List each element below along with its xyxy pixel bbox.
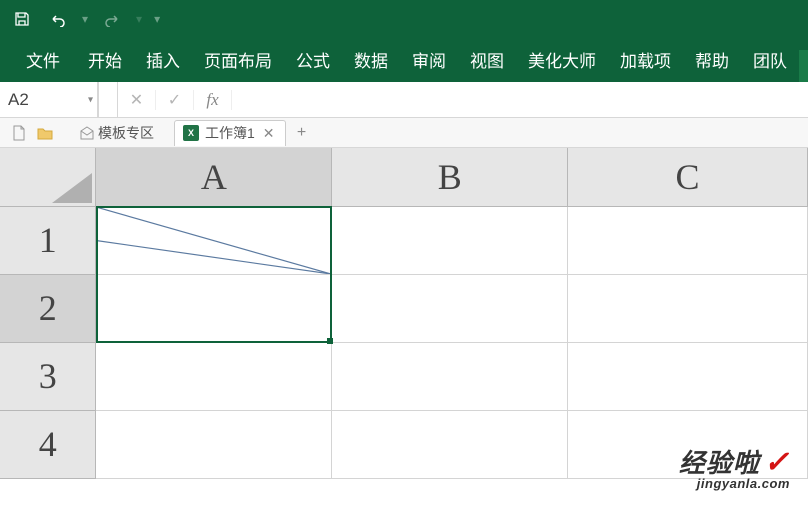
tab-page-layout[interactable]: 页面布局 — [192, 39, 284, 82]
redo-icon — [98, 5, 126, 33]
cell-a3[interactable] — [96, 342, 332, 410]
qa-dropdown2-icon[interactable]: ▾ — [134, 12, 144, 26]
cell-c3[interactable] — [568, 342, 808, 410]
tab-beautify[interactable]: 美化大师 — [516, 39, 608, 82]
tab-team[interactable]: 团队 — [741, 39, 799, 82]
cell-b4[interactable] — [332, 410, 568, 478]
fx-icon[interactable]: fx — [194, 90, 232, 110]
title-bar: ▾ ▾ ▾ — [0, 0, 808, 38]
spreadsheet-grid: A B C 1 2 3 — [0, 148, 808, 479]
col-header-c[interactable]: C — [568, 148, 808, 206]
row-header-3[interactable]: 3 — [0, 342, 96, 410]
formula-bar-gap — [98, 82, 118, 117]
check-icon: ✓ — [764, 445, 790, 480]
template-zone-tab[interactable]: 模板专区 — [74, 123, 160, 143]
close-icon[interactable]: ✕ — [261, 125, 277, 142]
watermark-text: 经验啦 — [679, 443, 760, 480]
row-header-4[interactable]: 4 — [0, 410, 96, 478]
tab-formulas[interactable]: 公式 — [284, 39, 342, 82]
cancel-icon[interactable]: ✕ — [118, 90, 156, 110]
undo-icon[interactable] — [44, 5, 72, 33]
qa-customize-icon[interactable]: ▾ — [152, 12, 162, 26]
template-zone-label: 模板专区 — [98, 123, 154, 143]
workbook-tab[interactable]: X 工作簿1 ✕ — [174, 120, 286, 146]
qa-dropdown-icon[interactable]: ▾ — [80, 12, 90, 26]
name-box-value: A2 — [8, 90, 29, 110]
tab-home[interactable]: 开始 — [76, 39, 134, 82]
tab-review[interactable]: 审阅 — [400, 39, 458, 82]
file-icon[interactable] — [8, 125, 30, 141]
formula-input[interactable] — [232, 82, 808, 117]
col-header-a[interactable]: A — [96, 148, 332, 206]
workbook-label: 工作簿1 — [205, 123, 255, 143]
watermark: 经验啦 ✓ jingyanla.com — [679, 443, 790, 491]
tab-view[interactable]: 视图 — [458, 39, 516, 82]
name-box[interactable]: A2 ▾ — [0, 82, 98, 117]
chevron-down-icon[interactable]: ▾ — [88, 94, 93, 105]
row-header-1[interactable]: 1 — [0, 206, 96, 274]
cell-b3[interactable] — [332, 342, 568, 410]
row-header-2[interactable]: 2 — [0, 274, 96, 342]
cell-c1[interactable] — [568, 206, 808, 274]
formula-buttons: ✕ ✓ fx — [118, 82, 232, 117]
new-tab-button[interactable]: + — [290, 124, 314, 142]
cell-a1[interactable] — [96, 206, 332, 274]
cell-b1[interactable] — [332, 206, 568, 274]
tab-help[interactable]: 帮助 — [683, 39, 741, 82]
select-all-corner[interactable] — [0, 148, 96, 206]
document-tabs: 模板专区 X 工作簿1 ✕ + — [0, 118, 808, 148]
ribbon-tabs: 文件 开始 插入 页面布局 公式 数据 审阅 视图 美化大师 加载项 帮助 团队 — [0, 38, 808, 82]
formula-bar-row: A2 ▾ ✕ ✓ fx — [0, 82, 808, 118]
tab-addins[interactable]: 加载项 — [608, 39, 683, 82]
col-header-b[interactable]: B — [332, 148, 568, 206]
cell-a2[interactable] — [96, 274, 332, 342]
save-icon[interactable] — [8, 5, 36, 33]
folder-icon[interactable] — [34, 126, 56, 140]
tab-data[interactable]: 数据 — [342, 39, 400, 82]
excel-icon: X — [183, 125, 199, 141]
cell-a4[interactable] — [96, 410, 332, 478]
confirm-icon[interactable]: ✓ — [156, 90, 194, 110]
search-icon[interactable] — [799, 50, 808, 82]
tab-insert[interactable]: 插入 — [134, 39, 192, 82]
tab-file[interactable]: 文件 — [10, 39, 76, 82]
cell-b2[interactable] — [332, 274, 568, 342]
cell-c2[interactable] — [568, 274, 808, 342]
